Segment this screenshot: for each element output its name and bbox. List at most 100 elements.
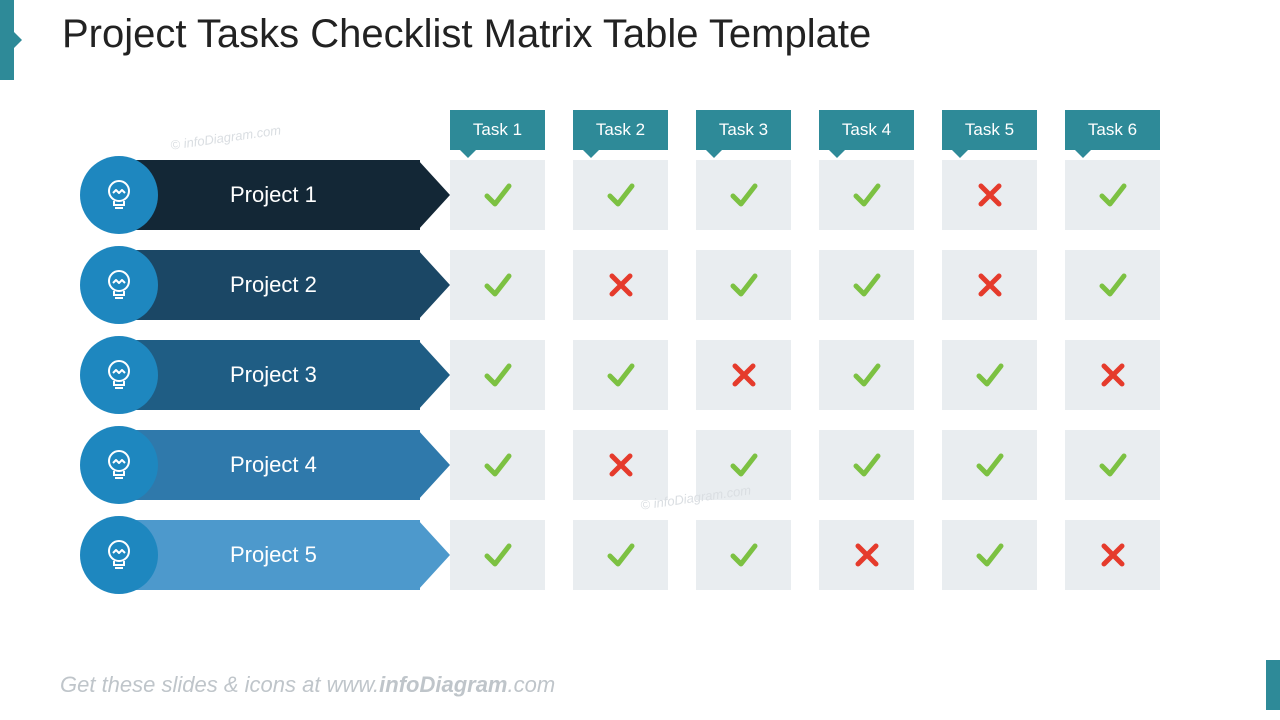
project-row-3: Project 3: [80, 340, 1200, 410]
check-icon: [973, 538, 1007, 572]
cell-5-2: [573, 520, 668, 590]
cell-4-1: [450, 430, 545, 500]
cell-5-4: [819, 520, 914, 590]
check-icon: [727, 178, 761, 212]
check-icon: [1096, 448, 1130, 482]
cross-icon: [975, 270, 1005, 300]
cross-icon: [1098, 540, 1128, 570]
check-icon: [481, 538, 515, 572]
footer-post: .com: [508, 672, 556, 697]
cells: [450, 160, 1160, 230]
cell-3-2: [573, 340, 668, 410]
project-label: Project 1: [120, 160, 420, 230]
project-row-2: Project 2: [80, 250, 1200, 320]
cross-icon: [1098, 360, 1128, 390]
cross-icon: [975, 180, 1005, 210]
check-icon: [604, 358, 638, 392]
cell-5-1: [450, 520, 545, 590]
accent-left: [0, 0, 14, 80]
cell-4-3: [696, 430, 791, 500]
project-label: Project 5: [120, 520, 420, 590]
cross-icon: [729, 360, 759, 390]
check-icon: [481, 358, 515, 392]
arrow-head: [418, 250, 450, 320]
project-row-5: Project 5: [80, 520, 1200, 590]
accent-bottom-right: [1266, 660, 1280, 710]
cell-3-1: [450, 340, 545, 410]
cell-5-3: [696, 520, 791, 590]
cell-1-5: [942, 160, 1037, 230]
task-header-1: Task 1: [450, 110, 545, 150]
check-icon: [727, 448, 761, 482]
cell-5-6: [1065, 520, 1160, 590]
cell-1-3: [696, 160, 791, 230]
lightbulb-icon: [80, 516, 158, 594]
cross-icon: [852, 540, 882, 570]
cell-3-4: [819, 340, 914, 410]
cell-1-4: [819, 160, 914, 230]
cell-5-5: [942, 520, 1037, 590]
task-header-6: Task 6: [1065, 110, 1160, 150]
cell-3-5: [942, 340, 1037, 410]
project-row-1: Project 1: [80, 160, 1200, 230]
cell-2-5: [942, 250, 1037, 320]
cell-4-6: [1065, 430, 1160, 500]
check-icon: [1096, 268, 1130, 302]
lightbulb-icon: [80, 246, 158, 324]
check-icon: [973, 358, 1007, 392]
cell-2-4: [819, 250, 914, 320]
project-label: Project 4: [120, 430, 420, 500]
task-header-3: Task 3: [696, 110, 791, 150]
project-label: Project 2: [120, 250, 420, 320]
check-icon: [850, 268, 884, 302]
check-icon: [850, 178, 884, 212]
cross-icon: [606, 270, 636, 300]
cell-2-1: [450, 250, 545, 320]
cross-icon: [606, 450, 636, 480]
check-icon: [481, 448, 515, 482]
check-icon: [727, 538, 761, 572]
slide: Project Tasks Checklist Matrix Table Tem…: [0, 0, 1280, 720]
check-icon: [1096, 178, 1130, 212]
cells: [450, 430, 1160, 500]
check-icon: [850, 448, 884, 482]
cell-1-1: [450, 160, 545, 230]
cell-4-2: [573, 430, 668, 500]
cell-4-4: [819, 430, 914, 500]
page-title: Project Tasks Checklist Matrix Table Tem…: [62, 12, 871, 57]
lightbulb-icon: [80, 336, 158, 414]
footer-text: Get these slides & icons at www.infoDiag…: [60, 672, 555, 698]
arrow-head: [418, 340, 450, 410]
check-icon: [973, 448, 1007, 482]
check-icon: [850, 358, 884, 392]
project-row-4: Project 4: [80, 430, 1200, 500]
footer-bold: infoDiagram: [379, 672, 507, 697]
cells: [450, 520, 1160, 590]
cell-2-2: [573, 250, 668, 320]
cell-1-6: [1065, 160, 1160, 230]
project-label-wrap: Project 1: [80, 160, 450, 230]
arrow-head: [418, 160, 450, 230]
check-icon: [727, 268, 761, 302]
lightbulb-icon: [80, 156, 158, 234]
matrix-rows: Project 1 Project 2 Project 3 Project 4 Proj…: [80, 160, 1200, 590]
cells: [450, 340, 1160, 410]
cell-2-3: [696, 250, 791, 320]
check-icon: [481, 268, 515, 302]
cell-3-6: [1065, 340, 1160, 410]
cell-4-5: [942, 430, 1037, 500]
task-header-4: Task 4: [819, 110, 914, 150]
cell-2-6: [1065, 250, 1160, 320]
lightbulb-icon: [80, 426, 158, 504]
project-label-wrap: Project 4: [80, 430, 450, 500]
arrow-head: [418, 430, 450, 500]
cell-3-3: [696, 340, 791, 410]
check-icon: [604, 538, 638, 572]
check-icon: [481, 178, 515, 212]
project-label-wrap: Project 5: [80, 520, 450, 590]
footer-pre: Get these slides & icons at www.: [60, 672, 379, 697]
project-label-wrap: Project 3: [80, 340, 450, 410]
task-header-row: Task 1Task 2Task 3Task 4Task 5Task 6: [450, 110, 1200, 150]
matrix-table: Task 1Task 2Task 3Task 4Task 5Task 6 Pro…: [80, 110, 1200, 610]
task-header-2: Task 2: [573, 110, 668, 150]
